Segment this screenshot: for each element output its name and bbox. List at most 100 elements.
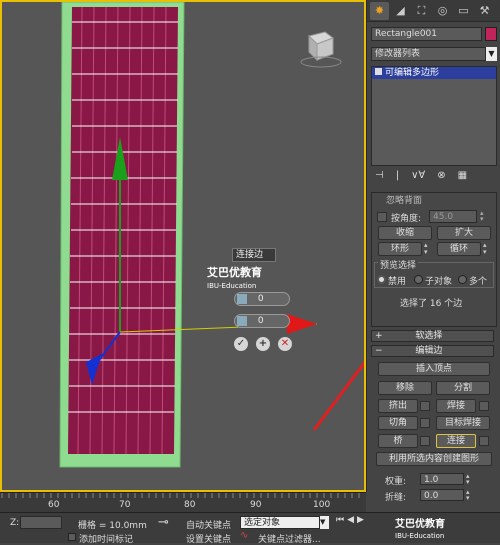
by-angle-spinner-icon[interactable]: ▴ ▾ [480, 210, 488, 223]
ruler-tick-100: 100 [313, 500, 331, 510]
selected-object-dropdown[interactable]: 选定对象 [240, 516, 320, 529]
ruler-tick-70: 70 [119, 500, 131, 510]
modifier-list-arrow-icon[interactable]: ▼ [486, 47, 497, 61]
object-color-swatch[interactable] [485, 27, 497, 41]
extrude-settings-icon[interactable] [420, 401, 430, 411]
by-angle-input[interactable]: 45.0 [429, 210, 477, 223]
auto-key-label[interactable]: 自动关键点 [186, 518, 231, 531]
caddy-title: 连接边 [232, 248, 276, 262]
connect-button[interactable]: 连接 [436, 434, 476, 448]
preview-multi-radio[interactable] [458, 275, 467, 284]
weld-settings-icon[interactable] [479, 401, 489, 411]
key-filters-label[interactable]: 关键点过滤器... [258, 532, 321, 545]
set-key-label[interactable]: 设置关键点 [186, 532, 231, 545]
crease-input[interactable]: 0.0 [420, 489, 464, 501]
ruler-tick-80: 80 [184, 500, 196, 510]
hierarchy-tab-icon[interactable]: ⛶ [412, 2, 431, 20]
scene-canvas[interactable] [2, 2, 364, 490]
curve-icon[interactable]: ∿ [240, 530, 248, 541]
caddy-ok-icon[interactable]: ✓ [234, 337, 248, 351]
stack-toolbar: ⊣ | ∨∀ ⊗ ▦ [371, 170, 497, 186]
object-name-field[interactable]: Rectangle001 [371, 27, 482, 41]
bridge-button[interactable]: 桥 [378, 434, 418, 448]
goto-start-icon[interactable]: ⏮ [336, 515, 344, 529]
target-weld-button[interactable]: 目标焊接 [436, 416, 490, 430]
soft-selection-rollout[interactable]: + 软选择 [371, 330, 494, 342]
utilities-tab-icon[interactable]: ⚒ [475, 2, 494, 20]
caddy-pinch-field[interactable]: 0 [234, 314, 290, 328]
crease-spinner-icon[interactable]: ▴ ▾ [466, 489, 474, 502]
edit-edges-label: 编辑边 [415, 346, 443, 356]
status-bar: Z: 栅格 = 10.0mm ⊸ 自动关键点 选定对象 ▼ 添加时间标记 设置关… [0, 512, 500, 545]
weight-label: 权重: [385, 477, 407, 487]
create-shape-button[interactable]: 利用所选内容创建图形 [376, 452, 492, 466]
segments-icon [237, 293, 247, 304]
motion-tab-icon[interactable]: ◎ [433, 2, 452, 20]
preview-multi-label: 多个 [469, 277, 488, 287]
extrude-button[interactable]: 挤出 [378, 399, 418, 413]
preview-disabled-radio[interactable] [377, 275, 386, 284]
make-unique-icon[interactable]: ∨∀ [411, 170, 425, 186]
pin-stack-icon[interactable]: ⊣ [375, 170, 384, 186]
chamfer-button[interactable]: 切角 [378, 416, 418, 430]
edit-edges-rollout[interactable]: − 编辑边 [371, 345, 494, 357]
shrink-button[interactable]: 收缩 [378, 226, 432, 240]
modify-tab-icon[interactable]: ◢ [391, 2, 410, 20]
stack-item-checkbox-icon [375, 68, 382, 75]
modifier-stack[interactable]: 可编辑多边形 [371, 66, 497, 166]
configure-sets-icon[interactable]: ▦ [458, 170, 467, 186]
show-end-result-icon[interactable]: | [396, 170, 399, 186]
ring-spinner-icon[interactable]: ▴ ▾ [424, 242, 432, 256]
remove-button[interactable]: 移除 [378, 381, 432, 395]
by-angle-label: 按角度: [391, 214, 422, 224]
playback-controls: ⏮ ◀ ▶ [336, 515, 392, 529]
weld-button[interactable]: 焊接 [436, 399, 476, 413]
prev-frame-icon[interactable]: ◀ [347, 515, 354, 529]
z-coord-input[interactable] [20, 516, 62, 529]
ring-button[interactable]: 环形 [378, 242, 422, 256]
create-tab-icon[interactable]: ✸ [370, 1, 389, 20]
timeline-ruler[interactable]: 60 70 80 90 100 [0, 492, 366, 512]
stack-item-editable-poly[interactable]: 可编辑多边形 [372, 67, 496, 79]
preview-subobject-label: 子对象 [425, 277, 453, 287]
weight-spinner-icon[interactable]: ▴ ▾ [466, 473, 474, 486]
caddy-apply-icon[interactable]: + [256, 337, 270, 351]
split-button[interactable]: 分割 [436, 381, 490, 395]
weight-input[interactable]: 1.0 [420, 473, 464, 485]
selected-object-arrow-icon[interactable]: ▼ [320, 516, 329, 529]
remove-modifier-icon[interactable]: ⊗ [437, 170, 445, 186]
ruler-tick-60: 60 [48, 500, 60, 510]
crease-label: 折缝: [385, 493, 407, 503]
loop-button[interactable]: 循环 [437, 242, 481, 256]
pinch-icon [237, 315, 247, 326]
bridge-settings-icon[interactable] [420, 436, 430, 446]
annotation-arrow [312, 360, 364, 431]
soft-selection-label: 软选择 [415, 331, 443, 341]
selection-status-text: 选择了 16 个边 [400, 299, 463, 309]
command-panel-tabs: ✸ ◢ ⛶ ◎ ▭ ⚒ [367, 0, 500, 22]
preview-disabled-label: 禁用 [388, 277, 407, 287]
ignore-backface-label[interactable]: 忽略背面 [386, 193, 422, 206]
add-time-tag-checkbox[interactable] [68, 533, 76, 541]
preview-subobject-radio[interactable] [414, 275, 423, 284]
caddy-cancel-icon[interactable]: ✕ [278, 337, 292, 351]
by-angle-checkbox[interactable] [377, 212, 387, 222]
connect-settings-icon[interactable] [479, 436, 489, 446]
grid-size-label: 栅格 = 10.0mm [78, 521, 147, 531]
add-time-tag-label[interactable]: 添加时间标记 [79, 532, 133, 545]
key-icon[interactable]: ⊸ [158, 515, 169, 530]
pinch-value: 0 [257, 316, 264, 326]
viewcube [300, 31, 342, 68]
display-tab-icon[interactable]: ▭ [454, 2, 473, 20]
soft-selection-plus-icon: + [375, 331, 383, 341]
perspective-viewport[interactable]: 连接边 0 0 ✓ + ✕ 艾巴优教育 IBU-Education [0, 0, 366, 492]
chamfer-settings-icon[interactable] [420, 418, 430, 428]
play-icon[interactable]: ▶ [357, 515, 364, 529]
modifier-list-dropdown[interactable]: 修改器列表 [371, 47, 486, 61]
caddy-segments-field[interactable]: 0 [234, 292, 290, 306]
loop-spinner-icon[interactable]: ▴ ▾ [483, 242, 491, 256]
watermark-logo-bottom: 艾巴优教育 IBU-Education [395, 519, 445, 540]
stack-item-label: 可编辑多边形 [385, 68, 440, 78]
insert-vertex-button[interactable]: 插入顶点 [378, 362, 490, 376]
grow-button[interactable]: 扩大 [437, 226, 491, 240]
